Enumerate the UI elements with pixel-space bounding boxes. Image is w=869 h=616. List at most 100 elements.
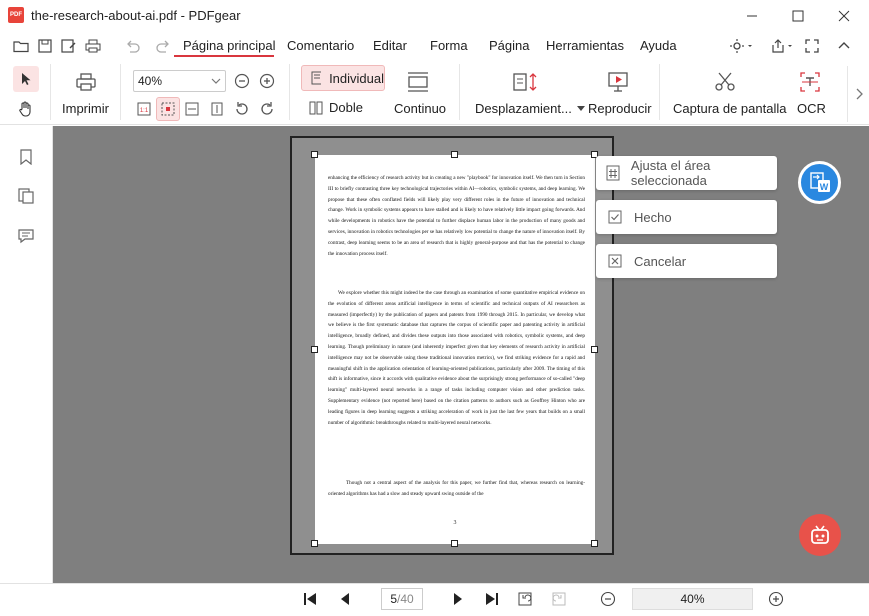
chevron-down-icon [211,78,221,84]
share-button[interactable] [770,37,796,55]
resize-handle-left[interactable] [311,346,318,353]
hand-tool-button[interactable] [13,96,39,122]
go-forward-view-button[interactable] [549,589,569,609]
resize-handle-top-left[interactable] [311,151,318,158]
save-button[interactable] [36,37,54,55]
next-page-button[interactable] [448,589,468,609]
last-page-icon [486,593,498,605]
folder-icon [13,41,29,53]
robot-icon [811,525,829,544]
rotate-left-button[interactable] [232,99,252,119]
done-label: Hecho [634,209,672,225]
share-icon [772,39,792,53]
redo-button[interactable] [154,37,172,55]
toolbar-separator [120,64,121,120]
menu-comment[interactable]: Comentario [287,38,354,53]
comments-panel-button[interactable] [16,226,36,246]
resize-handle-bottom-left[interactable] [311,540,318,547]
resize-handle-right[interactable] [591,346,598,353]
window-title: the-research-about-ai.pdf - PDFgear [31,8,241,23]
page-paragraph-1: enhancing the efficiency of research act… [328,175,585,257]
minimize-icon [747,15,757,17]
ocr-text-icon [800,72,820,92]
fullscreen-button[interactable] [803,37,821,55]
scroll-mode-dropdown[interactable]: Desplazamient... [475,101,585,116]
bookmark-icon [20,149,32,165]
page-paragraph-2: We explore whether this might indeed be … [328,290,585,426]
play-icon [605,70,631,94]
rotate-right-button[interactable] [257,99,277,119]
resize-handle-bottom[interactable] [451,540,458,547]
menu-tools[interactable]: Herramientas [546,38,624,53]
single-page-icon [311,71,322,85]
zoom-in-button[interactable] [258,72,276,90]
ai-assistant-button[interactable] [799,514,841,556]
fit-page-icon [211,102,223,116]
resize-handle-top[interactable] [451,151,458,158]
chevron-right-icon [856,88,863,100]
caret-down-icon [576,106,585,111]
fit-selection-button[interactable] [156,97,180,121]
menu-help[interactable]: Ayuda [640,38,677,53]
toolbar-scroll-right-button[interactable] [847,66,869,122]
double-page-button[interactable]: Doble [309,100,363,115]
screenshot-button[interactable]: Captura de pantalla [673,101,786,116]
theme-button[interactable] [728,37,756,55]
bottom-zoom-out-button[interactable] [598,589,618,609]
scroll-mode-label: Desplazamient... [475,101,572,116]
menu-edit[interactable]: Editar [373,38,407,53]
fit-width-button[interactable] [182,99,202,119]
resize-handle-bottom-right[interactable] [591,540,598,547]
fit-page-button[interactable] [207,99,227,119]
print-button[interactable]: Imprimir [62,101,109,116]
select-tool-button[interactable] [13,66,39,92]
open-file-button[interactable] [12,37,30,55]
continuous-button[interactable]: Continuo [394,101,446,116]
menu-form[interactable]: Forma [430,38,468,53]
bookmarks-button[interactable] [16,147,36,167]
first-page-button[interactable] [300,589,320,609]
previous-page-icon [341,593,349,605]
undo-button[interactable] [124,37,142,55]
actual-size-button[interactable]: 1:1 [134,99,154,119]
cancel-button[interactable]: Cancelar [596,244,777,278]
undo-icon [127,40,140,53]
zoom-in-icon [768,591,784,607]
maximize-button[interactable] [775,0,821,32]
zoom-select-value: 40% [138,74,163,88]
convert-word-icon: W [809,171,830,192]
printer-icon [85,39,101,53]
convert-to-word-button[interactable]: W [798,161,841,204]
menu-page[interactable]: Página [489,38,529,53]
hash-document-icon [606,165,620,181]
thumbnails-button[interactable] [16,186,36,206]
fit-selected-area-button[interactable]: Ajusta el área seleccionada [596,156,777,190]
close-icon [838,10,850,22]
previous-page-button[interactable] [335,589,355,609]
single-page-button[interactable]: Individual [301,65,385,91]
bottom-zoom-in-button[interactable] [766,589,786,609]
minimize-button[interactable] [729,0,775,32]
page-number-input[interactable]: 5/40 [381,588,423,610]
screenshot-icon [712,70,738,94]
print-quick-button[interactable] [84,37,102,55]
zoom-select[interactable]: 40% [133,70,226,92]
play-button[interactable]: Reproducir [588,101,652,116]
collapse-ribbon-button[interactable] [835,37,853,55]
toolbar-separator [289,64,290,120]
save-as-button[interactable] [60,37,78,55]
zoom-level-display[interactable]: 40% [632,588,753,610]
rotate-right-icon [261,102,273,115]
menu-home[interactable]: Página principal [183,38,276,53]
close-button[interactable] [821,0,867,32]
single-page-label: Individual [329,70,384,86]
last-page-button[interactable] [482,589,502,609]
next-page-icon [454,593,462,605]
zoom-out-button[interactable] [233,72,251,90]
page-paragraph-3: Though not a central aspect of the analy… [328,480,585,497]
ocr-button[interactable]: OCR [797,101,826,116]
svg-text:1:1: 1:1 [140,108,149,114]
app-logo-icon: PDF [8,7,24,23]
go-back-view-button[interactable] [515,589,535,609]
done-button[interactable]: Hecho [596,200,777,234]
